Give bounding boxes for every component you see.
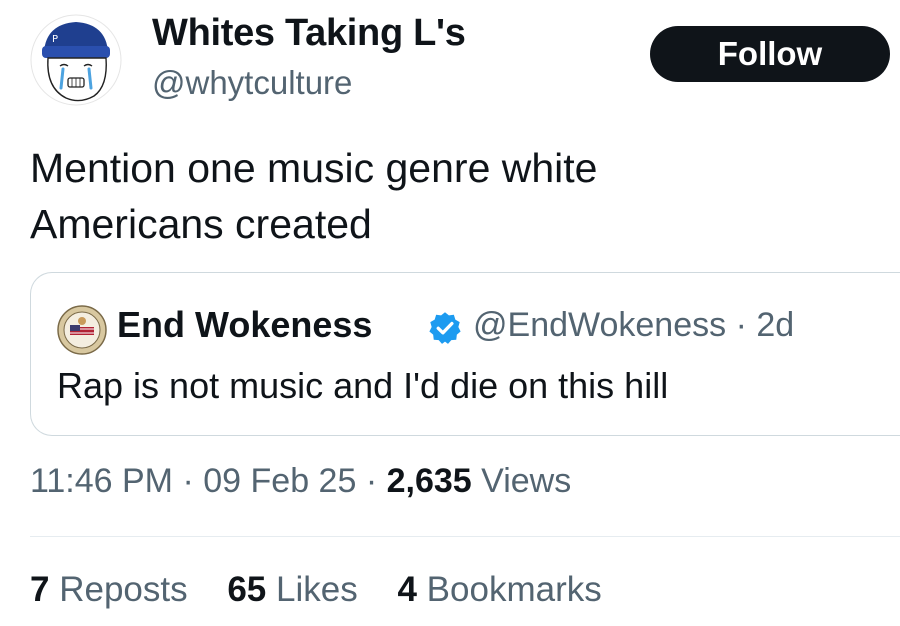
engagement-stats: 7 Reposts 65 Likes 4 Bookmarks	[30, 570, 632, 610]
tweet-card: P Whites Taking L's @whytculture Follow …	[0, 0, 900, 626]
quoted-tweet-card[interactable]: End Wokeness @EndWokeness · 2d Rap is no…	[30, 272, 900, 436]
author-handle[interactable]: @whytculture	[152, 64, 352, 102]
reposts-label: Reposts	[59, 570, 188, 609]
reposts-count: 7	[30, 570, 50, 609]
quote-age[interactable]: 2d	[756, 306, 794, 344]
separator-dot: ·	[735, 306, 747, 344]
tweet-date[interactable]: 09 Feb 25	[203, 462, 356, 500]
verified-badge-icon	[429, 312, 461, 344]
bookmarks-count: 4	[397, 570, 417, 609]
divider	[30, 536, 900, 537]
likes-label: Likes	[276, 570, 358, 609]
quote-meta: @EndWokeness · 2d	[473, 306, 794, 345]
bookmarks-stat[interactable]: 4 Bookmarks	[397, 570, 601, 610]
reposts-stat[interactable]: 7 Reposts	[30, 570, 188, 610]
separator-dot: ·	[365, 462, 378, 500]
author-display-name[interactable]: Whites Taking L's	[152, 12, 466, 55]
quote-author-name[interactable]: End Wokeness	[117, 304, 372, 346]
seal-avatar-icon	[57, 305, 107, 355]
likes-count: 65	[227, 570, 267, 609]
tweet-meta-row: 11:46 PM · 09 Feb 25 · 2,635 Views	[30, 462, 571, 501]
quote-author-avatar	[57, 305, 107, 355]
crying-wojak-avatar-icon: P	[30, 14, 122, 106]
tweet-text-line: Americans created	[30, 201, 372, 247]
follow-button[interactable]: Follow	[650, 26, 890, 82]
tweet-time[interactable]: 11:46 PM	[30, 462, 173, 500]
quote-text: Rap is not music and I'd die on this hil…	[57, 365, 669, 406]
likes-stat[interactable]: 65 Likes	[227, 570, 357, 610]
views-count: 2,635	[386, 462, 472, 500]
quote-author-handle[interactable]: @EndWokeness	[473, 306, 726, 344]
tweet-text: Mention one music genre white Americans …	[30, 140, 880, 252]
svg-text:P: P	[52, 34, 58, 45]
bookmarks-label: Bookmarks	[426, 570, 602, 609]
views-label: Views	[481, 462, 572, 500]
tweet-text-line: Mention one music genre white	[30, 145, 598, 191]
author-avatar[interactable]: P	[30, 14, 122, 106]
separator-dot: ·	[182, 462, 194, 500]
